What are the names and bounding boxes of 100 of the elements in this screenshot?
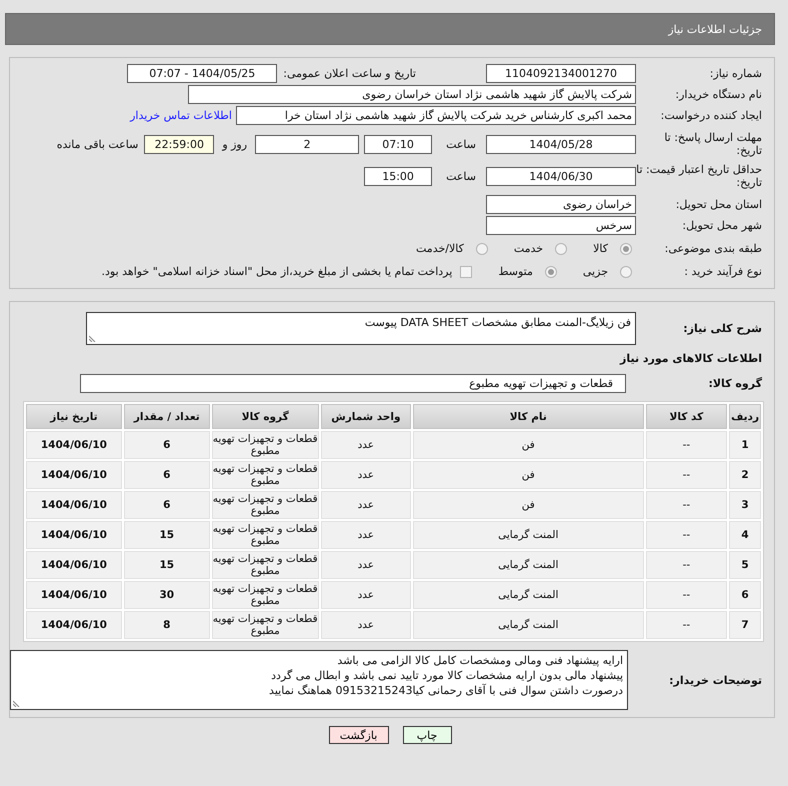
table-cell: عدد [320,521,411,549]
table-cell: -- [646,521,728,549]
table-cell: المنت گرمایی [412,581,644,609]
table-cell: المنت گرمایی [412,521,644,549]
table-cell: 1404/06/10 [26,461,122,489]
back-button[interactable]: بازگشت [328,726,388,744]
table-cell: عدد [320,461,411,489]
table-cell: قطعات و تجهیزات تهویه مطبوع [212,461,319,489]
checkbox-label: پرداخت تمام یا بخشی از مبلغ خرید،از محل "اسناد خزانه اسلامی" خواهد بود. [102,265,452,278]
option-label: کالا [593,242,608,255]
field-label: توضیحات خریدار: [668,674,763,686]
field-label: ساعت [446,170,476,182]
field-label: نوع فرآیند خرید : [683,265,763,278]
field-label: روز و [222,138,248,150]
field-label: شرح کلی نیاز: [682,322,763,335]
reply-time-field[interactable]: 07:10 [364,134,432,154]
table-cell: -- [646,551,728,579]
buyer-notes-field[interactable]: ارایه پیشنهاد فنی ومالی ومشخصات کامل کالا الزامی می باشد پیشنهاد مالی بدون ارایه مشخصات کالا مورد تایید نمی باشد و ابطال می گردد درصورت داشتن سوال فنی با آقای رحمانی کیا09153215243 هماهنگ نمایید [10,650,628,710]
table-cell: 1404/06/10 [26,521,122,549]
table-cell: فن [412,491,644,519]
table-cell: 1404/06/10 [26,431,122,459]
table-cell: قطعات و تجهیزات تهویه مطبوع [212,581,319,609]
field-label: گروه کالا: [707,377,763,390]
print-button[interactable]: چاپ [402,726,452,744]
column-header: گروه کالا [212,404,319,429]
column-header: واحد شمارش [320,404,411,429]
table-cell: 5 [729,551,761,579]
reply-date-field[interactable]: 1404/05/28 [486,134,636,154]
table-cell: -- [646,431,728,459]
table-cell: 6 [124,431,210,459]
field-label: ساعت [446,138,476,150]
table-cell: 1404/06/10 [26,551,122,579]
option-label: متوسط [498,265,533,278]
table-cell: 1404/06/10 [26,491,122,519]
table-cell: قطعات و تجهیزات تهویه مطبوع [212,521,319,549]
table-cell: 30 [124,581,210,609]
table-cell: عدد [320,581,411,609]
delivery-province-field[interactable]: خراسان رضوی [486,195,636,214]
buyer-org-field[interactable]: شرکت پالایش گاز شهید هاشمی نژاد استان خراسان رضوی [188,85,636,104]
field-label: مهلت ارسال پاسخ: تا تاریخ: [663,131,763,157]
table-cell: قطعات و تجهیزات تهویه مطبوع [212,551,319,579]
table-cell: عدد [320,491,411,519]
field-label: شماره نیاز: [708,67,763,80]
column-header: نام کالا [412,404,644,429]
table-cell: -- [646,581,728,609]
field-label: اطلاعات کالاهای مورد نیاز [620,350,763,366]
field-label: حداقل تاریخ اعتبار قیمت: تا تاریخ: [636,163,763,189]
table-cell: قطعات و تجهیزات تهویه مطبوع [212,491,319,519]
table-cell: 7 [729,611,761,639]
table-cell: المنت گرمایی [412,551,644,579]
need-number-field[interactable]: 1104092134001270 [486,64,636,83]
description-field[interactable]: فن زیلایگ-المنت مطابق مشخصات DATA SHEET پیوست [86,312,636,345]
checkbox[interactable] [460,266,472,278]
table-cell: 15 [124,551,210,579]
page-title: جزئیات اطلاعات نیاز [5,13,775,45]
table-cell: 1404/06/10 [26,581,122,609]
table-cell: فن [412,431,644,459]
column-header: تاریخ نیاز [26,404,122,429]
column-header: تعداد / مقدار [124,404,210,429]
radio-button[interactable] [620,266,632,278]
table-cell: عدد [320,611,411,639]
table-cell: 1404/06/10 [26,611,122,639]
table-cell: فن [412,461,644,489]
option-label: کالا/خدمت [416,242,464,255]
table-cell: 6 [124,461,210,489]
goods-group-field[interactable]: قطعات و تجهیزات تهویه مطبوع [80,374,626,393]
resize-grip-icon[interactable] [89,334,97,342]
field-label: ساعت باقی مانده [56,138,138,150]
table-cell: -- [646,491,728,519]
requester-field[interactable]: محمد اکبری کارشناس خرید شرکت پالایش گاز شهید هاشمی نژاد استان خرا [236,106,636,125]
field-label: استان محل تحویل: [674,198,763,211]
table-cell: عدد [320,551,411,579]
field-label: طبقه بندی موضوعی: [664,242,763,255]
table-cell: 4 [729,521,761,549]
option-label: جزیی [582,265,608,278]
price-validity-time-field[interactable]: 15:00 [364,166,432,186]
radio-button[interactable] [476,242,488,254]
table-cell: 6 [729,581,761,609]
radio-button[interactable] [544,266,557,278]
table-cell: 6 [124,491,210,519]
table-cell: عدد [320,431,411,459]
field-label: تاریخ و ساعت اعلان عمومی: [283,67,416,80]
buyer-contact-link[interactable]: اطلاعات تماس خریدار [130,109,232,122]
delivery-city-field[interactable]: سرخس [486,216,636,235]
days-field[interactable]: 2 [255,134,360,154]
table-cell: 2 [729,461,761,489]
resize-grip-icon[interactable] [13,699,21,707]
table-cell: قطعات و تجهیزات تهویه مطبوع [212,611,319,639]
table-cell: 8 [124,611,210,639]
radio-button[interactable] [620,242,632,254]
field-label: نام دستگاه خریدار: [674,88,763,101]
announce-date-field[interactable]: 1404/05/25 - 07:07 [127,64,278,83]
table-cell: 1 [729,431,761,459]
remaining-time-field[interactable]: 22:59:00 [144,134,214,154]
column-header: ردیف [729,404,761,429]
table-cell: -- [646,461,728,489]
table-cell: المنت گرمایی [412,611,644,639]
table-cell: -- [646,611,728,639]
radio-button[interactable] [555,242,568,254]
price-validity-date-field[interactable]: 1404/06/30 [486,166,636,186]
